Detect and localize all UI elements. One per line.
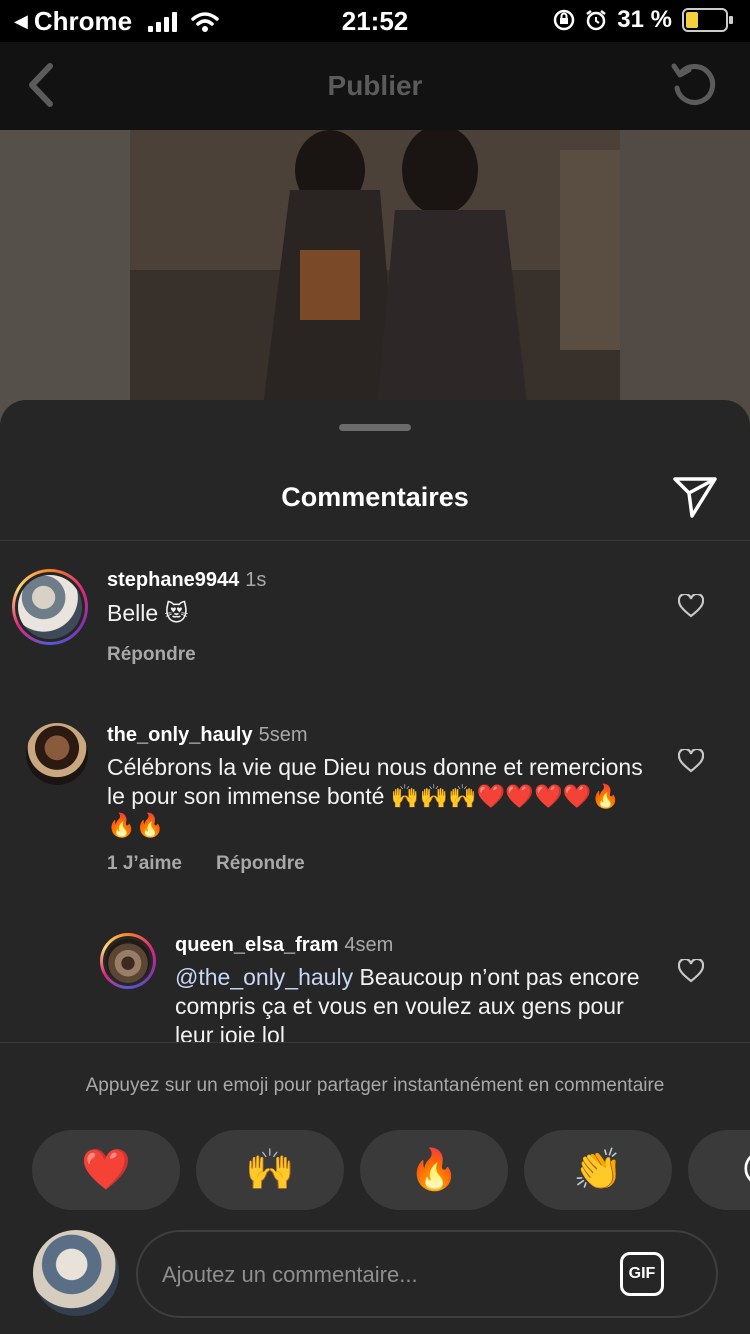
gif-button[interactable]: GIF [620, 1252, 664, 1296]
comment-text: Célébrons la vie que Dieu nous donne et … [107, 754, 643, 838]
post-header: Publier [0, 42, 750, 130]
reply-button[interactable]: Répondre [107, 644, 196, 666]
alarm-icon [586, 10, 607, 31]
emoji-raised-hands-button[interactable]: 🙌 [196, 1130, 344, 1210]
username[interactable]: queen_elsa_fram [175, 934, 338, 956]
emoji-quick-bar: ❤️🙌🔥👏😢 [32, 1130, 750, 1212]
username[interactable]: the_only_hauly [107, 724, 253, 746]
comment-time: 1s [245, 569, 267, 591]
avatar[interactable] [100, 933, 156, 989]
heart-icon[interactable] [678, 749, 704, 773]
emoji-clap-button[interactable]: 👏 [524, 1130, 672, 1210]
username[interactable]: stephane9944 [107, 569, 239, 591]
heart-icon[interactable] [678, 594, 704, 618]
sheet-grabber[interactable] [339, 424, 411, 431]
divider [0, 1042, 750, 1043]
comments-sheet: Commentaires stephane9944 1s Belle 😻 Répo… [0, 400, 750, 1334]
sheet-title: Commentaires [281, 482, 469, 512]
comment-input[interactable] [162, 1252, 602, 1298]
comment-author[interactable]: the_only_hauly 5sem [107, 724, 308, 747]
mention-link[interactable]: @the_only_hauly [175, 964, 353, 990]
avatar[interactable] [12, 569, 88, 645]
heart-icon[interactable] [678, 959, 704, 983]
comment-time: 5sem [258, 724, 308, 746]
status-bar: ◀ Chrome 21:52 31 % ⚡ [0, 0, 750, 42]
battery-percent: 31 % [617, 6, 672, 33]
comment-author[interactable]: stephane9944 1s [107, 569, 266, 592]
comment-composer: GIF [0, 1230, 750, 1334]
emoji-fire-button[interactable]: 🔥 [360, 1130, 508, 1210]
avatar[interactable] [26, 723, 88, 785]
comment-item: stephane9944 1s Belle 😻 Répondre [0, 541, 750, 691]
likes-count[interactable]: 1 J’aime [107, 853, 182, 875]
emoji-heart-button[interactable]: ❤️ [32, 1130, 180, 1210]
comment-item: the_only_hauly 5sem Célébrons la vie que … [0, 693, 750, 893]
comment-time: 4sem [344, 934, 394, 956]
emoji-hint: Appuyez sur un emoji pour partager insta… [85, 1075, 665, 1096]
emoji-cry-button[interactable]: 😢 [688, 1130, 750, 1210]
comments-list: stephane9944 1s Belle 😻 Répondre the_only… [0, 541, 750, 1043]
orientation-lock-icon [554, 9, 575, 31]
comment-author[interactable]: queen_elsa_fram 4sem [175, 934, 393, 957]
my-avatar [33, 1230, 119, 1316]
comment-text: Belle 😻 [107, 600, 189, 626]
battery-icon: ⚡ [682, 8, 733, 32]
share-icon[interactable] [672, 472, 718, 518]
comment-text: @the_only_hauly Beaucoup n’ont pas encor… [175, 963, 645, 1043]
comment-reply-item: queen_elsa_fram 4sem @the_only_hauly Beau… [0, 903, 750, 1043]
page-title: Publier [327, 70, 423, 101]
reply-button[interactable]: Répondre [216, 853, 305, 875]
post-photo [0, 130, 750, 430]
refresh-icon[interactable] [668, 58, 720, 110]
comment-input-box[interactable]: GIF [136, 1230, 718, 1318]
